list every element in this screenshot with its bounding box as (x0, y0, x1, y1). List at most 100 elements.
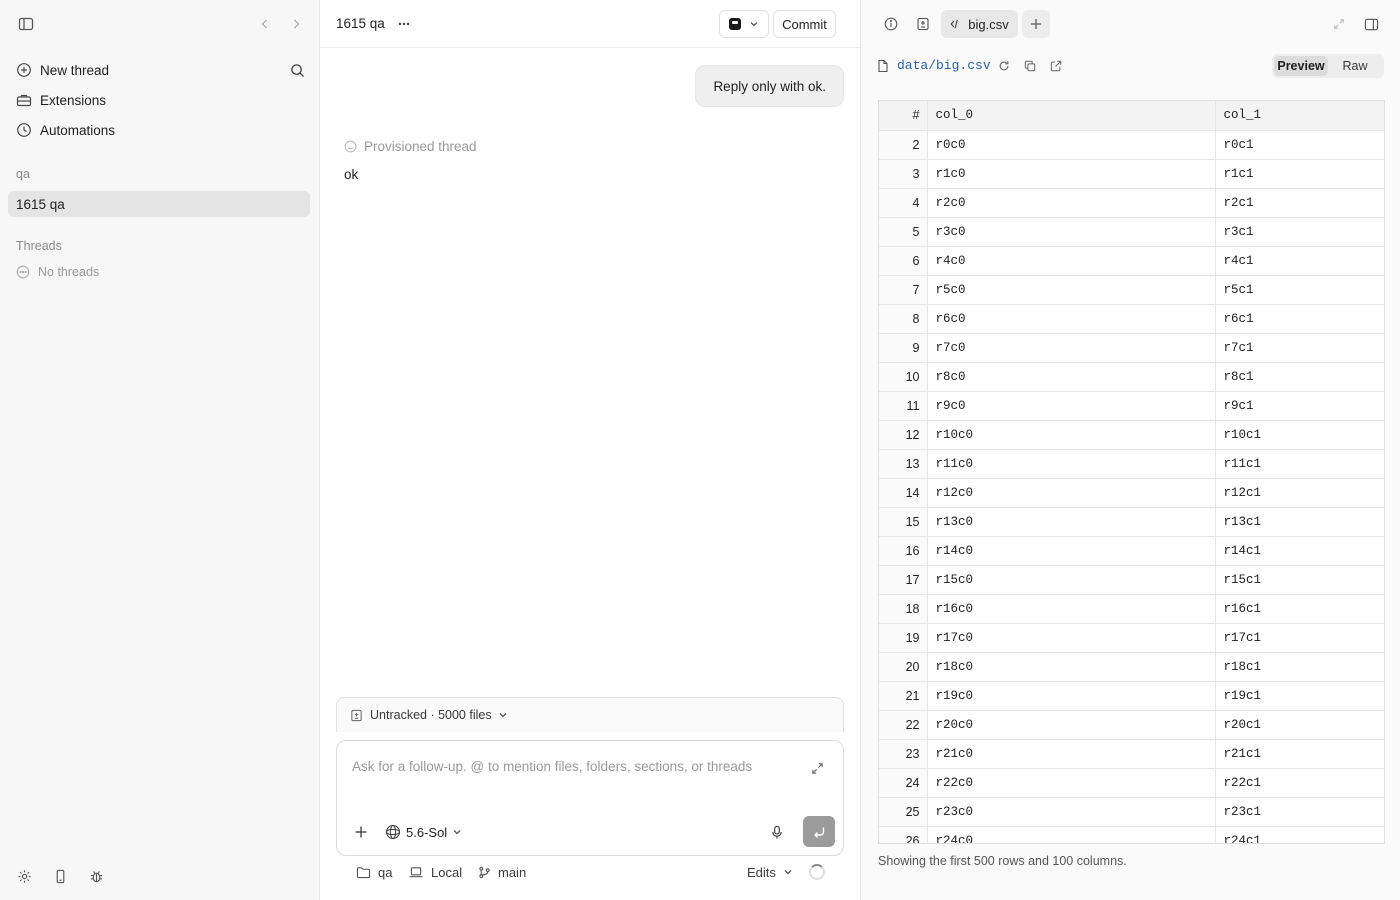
table-cell: r13c0 (927, 507, 1216, 537)
table-row: 22 r20c0 r20c1 (879, 710, 1384, 740)
table-row: 23 r21c0 r21c1 (879, 739, 1384, 769)
table-row: 7 r5c0 r5c1 (879, 275, 1384, 305)
chevron-down-icon (452, 827, 462, 837)
more-options-icon[interactable] (392, 12, 416, 36)
row-number-cell: 22 (879, 710, 928, 740)
mobile-device-icon[interactable] (48, 864, 72, 888)
model-logo-icon (385, 824, 401, 840)
provisioned-thread-status: Provisioned thread (344, 137, 477, 155)
composer-input[interactable] (352, 756, 792, 776)
automations-nav-item[interactable]: Automations (8, 116, 311, 144)
table-row: 5 r3c0 r3c1 (879, 217, 1384, 247)
reload-icon[interactable] (992, 54, 1016, 78)
untracked-label: Untracked · 5000 files (370, 708, 492, 722)
table-cell: r3c0 (927, 217, 1216, 247)
send-button[interactable] (803, 816, 835, 847)
table-truncation-note: Showing the first 500 rows and 100 colum… (878, 854, 1127, 868)
table-cell: r21c0 (927, 739, 1216, 769)
search-icon[interactable] (285, 58, 309, 82)
extensions-nav-item[interactable]: Extensions (8, 86, 311, 114)
project-section-label: qa (16, 167, 30, 181)
table-cell: r12c0 (927, 478, 1216, 508)
table-row: 8 r6c0 r6c1 (879, 304, 1384, 334)
toggle-panel-icon[interactable] (1359, 12, 1383, 36)
table-cell: r6c1 (1215, 304, 1384, 334)
edits-label: Edits (747, 864, 776, 880)
untracked-files-toggle[interactable]: Untracked · 5000 files (336, 697, 844, 732)
chevron-down-icon (783, 867, 793, 877)
chat-header: 1615 qa Commit (320, 0, 860, 48)
table-cell: r10c0 (927, 420, 1216, 450)
csv-table-container[interactable]: # col_0 col_1 2 r0c0 r0c1 3 r1c0 r1c1 4 r2c0 r2c… (878, 100, 1385, 844)
no-threads-row: No threads (16, 263, 99, 281)
table-cell: r24c1 (1215, 826, 1384, 843)
table-cell: r7c0 (927, 333, 1216, 363)
bug-report-icon[interactable] (84, 864, 108, 888)
table-cell: r20c1 (1215, 710, 1384, 740)
environment-selector[interactable]: Local (408, 860, 462, 884)
provisioned-label: Provisioned thread (364, 138, 477, 154)
folder-selector[interactable]: qa (356, 860, 392, 884)
table-cell: r19c1 (1215, 681, 1384, 711)
row-number-cell: 4 (879, 188, 928, 218)
table-cell: r21c1 (1215, 739, 1384, 769)
code-icon (950, 18, 962, 30)
raw-mode-button[interactable]: Raw (1328, 56, 1382, 76)
table-cell: r23c1 (1215, 797, 1384, 827)
automations-label: Automations (40, 122, 116, 138)
branch-selector[interactable]: main (478, 860, 526, 884)
add-tab-button[interactable] (1022, 10, 1050, 38)
table-cell: r11c0 (927, 449, 1216, 479)
thread-title: 1615 qa (336, 16, 385, 31)
table-cell: r8c0 (927, 362, 1216, 392)
row-number-cell: 8 (879, 304, 928, 334)
sidebar-footer (0, 864, 320, 888)
table-cell: r20c0 (927, 710, 1216, 740)
settings-gear-icon[interactable] (12, 864, 36, 888)
row-number-cell: 18 (879, 594, 928, 624)
table-cell: r14c0 (927, 536, 1216, 566)
table-cell: r18c1 (1215, 652, 1384, 682)
file-tab-big-csv[interactable]: big.csv (941, 10, 1018, 38)
loading-spinner-icon (809, 864, 825, 880)
forward-arrow-icon[interactable] (284, 12, 308, 36)
table-row: 2 r0c0 r0c1 (879, 130, 1384, 160)
table-row: 24 r22c0 r22c1 (879, 768, 1384, 798)
open-external-icon[interactable] (1044, 54, 1068, 78)
row-number-cell: 3 (879, 159, 928, 189)
table-cell: r23c0 (927, 797, 1216, 827)
add-attachment-button[interactable] (349, 820, 373, 844)
row-number-cell: 10 (879, 362, 928, 392)
back-arrow-icon[interactable] (253, 12, 277, 36)
extensions-label: Extensions (40, 92, 107, 108)
copy-icon[interactable] (1018, 54, 1042, 78)
info-icon[interactable] (879, 12, 903, 36)
table-cell: r15c1 (1215, 565, 1384, 595)
diff-file-icon[interactable] (911, 12, 935, 36)
toggle-sidebar-icon[interactable] (14, 12, 38, 36)
microphone-icon[interactable] (765, 820, 789, 844)
table-cell: r0c0 (927, 130, 1216, 160)
model-selector[interactable]: 5.6-Sol (385, 820, 462, 844)
file-path[interactable]: data/big.csv (897, 58, 991, 73)
collapse-panel-icon[interactable] (1327, 12, 1351, 36)
project-item[interactable]: 1615 qa (8, 191, 310, 217)
row-number-cell: 20 (879, 652, 928, 682)
edits-dropdown[interactable]: Edits (747, 860, 793, 884)
table-cell: r9c0 (927, 391, 1216, 421)
row-number-cell: 2 (879, 130, 928, 160)
app-logo-icon (729, 18, 741, 30)
table-row: 25 r23c0 r23c1 (879, 797, 1384, 827)
row-number-cell: 26 (879, 826, 928, 843)
table-row: 13 r11c0 r11c1 (879, 449, 1384, 479)
sidebar-toolbar (0, 0, 319, 48)
table-row: 15 r13c0 r13c1 (879, 507, 1384, 537)
expand-composer-icon[interactable] (805, 756, 829, 780)
commit-button[interactable]: Commit (773, 10, 836, 38)
column-header: col_0 (927, 101, 1216, 131)
table-cell: r2c1 (1215, 188, 1384, 218)
send-arrow-icon (812, 825, 826, 839)
open-in-app-dropdown[interactable] (719, 10, 769, 38)
new-thread-button[interactable]: New thread (8, 56, 311, 84)
preview-mode-button[interactable]: Preview (1274, 56, 1328, 76)
